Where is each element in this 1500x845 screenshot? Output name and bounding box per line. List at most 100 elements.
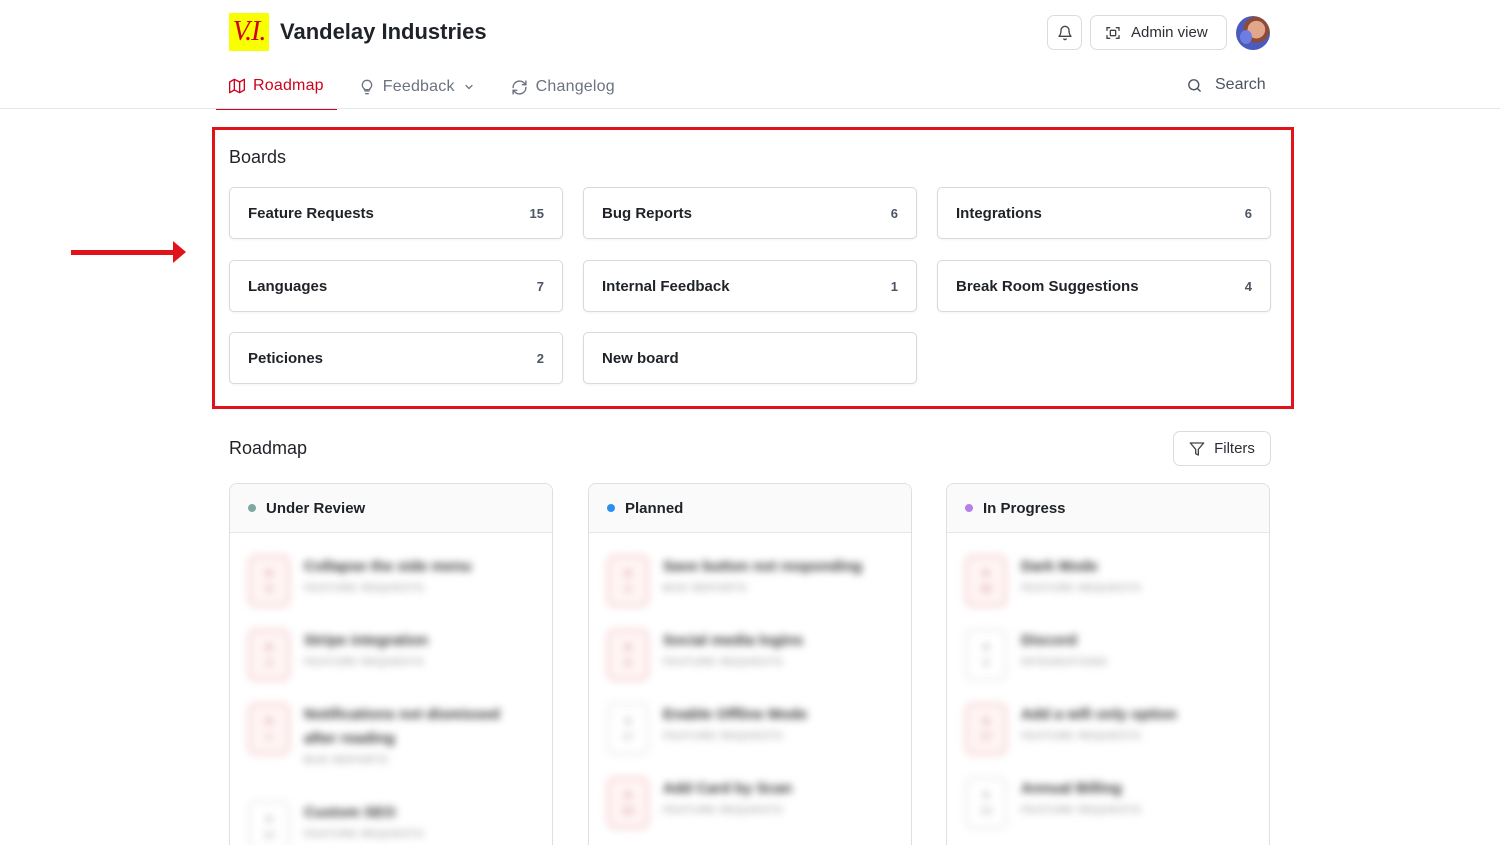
vote-count: 2 (625, 584, 631, 595)
roadmap-post[interactable]: ▲ 3 Stripe integration FEATURE REQUESTS (248, 607, 534, 681)
upvote-button[interactable]: ▲ 12 (248, 801, 290, 845)
tab-feedback[interactable]: Feedback (359, 64, 475, 110)
chevron-up-icon: ▲ (981, 715, 991, 726)
post-title: Discord (1021, 632, 1077, 649)
upvote-button[interactable]: ▲ 8 (248, 555, 290, 607)
upvote-button[interactable]: ▲ 2 (607, 555, 649, 607)
search-icon (1188, 78, 1201, 92)
post-board: FEATURE REQUESTS (304, 829, 425, 840)
roadmap-heading: Roadmap (229, 438, 308, 458)
upvote-button[interactable]: ▲ 20 (607, 777, 649, 829)
post-board: FEATURE REQUESTS (304, 583, 425, 594)
post-board: FEATURE REQUESTS (663, 805, 784, 816)
vote-count: 20 (622, 806, 634, 817)
chevron-down-icon (465, 84, 473, 90)
chevron-up-icon: ▲ (264, 567, 274, 578)
roadmap-post[interactable]: ▲ 15 Annual Billing FEATURE REQUESTS (965, 755, 1251, 829)
chevron-up-icon: ▲ (623, 641, 633, 652)
filter-icon (1189, 441, 1205, 456)
vote-count: 17 (622, 732, 634, 743)
roadmap-post[interactable]: ▲ 9 Discord INTEGRATIONS (965, 607, 1251, 681)
filters-label: Filters (1214, 440, 1255, 457)
post-title: Dark Mode (1021, 558, 1098, 575)
brand-name[interactable]: Vandelay Industries (280, 19, 487, 45)
company-logo[interactable]: V.I. (229, 13, 269, 51)
roadmap-post[interactable]: ▲ 8 Collapse the side menu FEATURE REQUEST… (248, 533, 534, 607)
upvote-button[interactable]: ▲ 3 (248, 629, 290, 681)
tab-feedback-label: Feedback (382, 78, 455, 95)
avatar[interactable] (1236, 16, 1270, 50)
bell-icon (1057, 25, 1072, 40)
roadmap-column-under-review: Under Review ▲ 8 Collapse the side menu FE… (229, 483, 553, 845)
refresh-icon (512, 79, 527, 95)
roadmap-post[interactable]: ▲ 1 Notifications not dismissed after rea… (248, 681, 534, 779)
upvote-button[interactable]: ▲ 8 (607, 629, 649, 681)
lightbulb-icon (361, 79, 373, 95)
tab-roadmap-label: Roadmap (253, 77, 324, 94)
post-title: Notifications not dismissed after readin… (304, 706, 500, 747)
post-title: Add Card by Scan (663, 780, 793, 797)
chevron-up-icon: ▲ (264, 641, 274, 652)
post-board: INTEGRATIONS (1021, 657, 1108, 668)
column-header: Planned (589, 484, 911, 533)
vote-count: 30 (980, 584, 992, 595)
search-label: Search (1215, 76, 1266, 93)
upvote-button[interactable]: ▲ 17 (607, 703, 649, 755)
post-board: FEATURE REQUESTS (304, 657, 425, 668)
post-title: Save button not responding (663, 558, 863, 575)
vote-count: 15 (980, 806, 992, 817)
arrow-head-icon (173, 241, 186, 263)
highlight-box (212, 127, 1294, 409)
upvote-button[interactable]: ▲ 30 (965, 555, 1007, 607)
main-nav: Roadmap Feedback Changelog (216, 64, 651, 110)
upvote-button[interactable]: ▲ 9 (965, 629, 1007, 681)
map-icon (229, 78, 245, 94)
upvote-button[interactable]: ▲ 17 (965, 703, 1007, 755)
post-title: Collapse the side menu (304, 558, 472, 575)
post-title: Social media logins (663, 632, 804, 649)
roadmap-post[interactable]: ▲ 17 Add a wifi only option FEATURE REQUES… (965, 681, 1251, 755)
annotation-arrow (71, 250, 175, 255)
logo-text: V.I. (232, 16, 267, 47)
chevron-up-icon: ▲ (623, 715, 633, 726)
upvote-button[interactable]: ▲ 15 (965, 777, 1007, 829)
focus-frame-icon (1106, 26, 1120, 39)
admin-view-button[interactable]: Admin view (1090, 15, 1227, 50)
roadmap-post[interactable]: ▲ 17 Enable Offline Mode FEATURE REQUESTS (607, 681, 893, 755)
column-header: In Progress (947, 484, 1269, 533)
vote-count: 1 (266, 732, 272, 743)
status-dot (607, 504, 615, 512)
vote-count: 17 (980, 732, 992, 743)
chevron-up-icon: ▲ (264, 715, 274, 726)
post-title: Custom SEO (304, 804, 396, 821)
header-divider (0, 108, 1500, 109)
chevron-up-icon: ▲ (623, 567, 633, 578)
vote-count: 12 (263, 830, 275, 841)
vote-count: 3 (266, 658, 272, 669)
tab-changelog[interactable]: Changelog (511, 64, 615, 110)
post-board: FEATURE REQUESTS (1021, 583, 1142, 594)
filters-button[interactable]: Filters (1173, 431, 1271, 466)
roadmap-post[interactable]: ▲ 30 Dark Mode FEATURE REQUESTS (965, 533, 1251, 607)
notifications-button[interactable] (1047, 15, 1082, 50)
vote-count: 9 (983, 658, 989, 669)
column-title: Planned (625, 499, 684, 517)
roadmap-post[interactable]: ▲ 20 Add Card by Scan FEATURE REQUESTS (607, 755, 893, 829)
vote-count: 8 (625, 658, 631, 669)
tab-roadmap[interactable]: Roadmap (216, 64, 337, 110)
post-board: FEATURE REQUESTS (1021, 805, 1142, 816)
post-board: BUG REPORTS (304, 755, 389, 766)
chevron-up-icon: ▲ (981, 789, 991, 800)
chevron-up-icon: ▲ (264, 813, 274, 824)
admin-view-label: Admin view (1131, 24, 1208, 41)
post-board: FEATURE REQUESTS (663, 657, 784, 668)
search-button[interactable]: Search (1186, 76, 1266, 94)
status-dot (248, 504, 256, 512)
roadmap-post[interactable]: ▲ 8 Social media logins FEATURE REQUESTS (607, 607, 893, 681)
roadmap-post[interactable]: ▲ 12 Custom SEO FEATURE REQUESTS (248, 779, 534, 845)
chevron-up-icon: ▲ (623, 789, 633, 800)
chevron-up-icon: ▲ (981, 567, 991, 578)
post-title: Annual Billing (1021, 780, 1122, 797)
upvote-button[interactable]: ▲ 1 (248, 703, 290, 755)
roadmap-post[interactable]: ▲ 2 Save button not responding BUG REPORTS (607, 533, 893, 607)
